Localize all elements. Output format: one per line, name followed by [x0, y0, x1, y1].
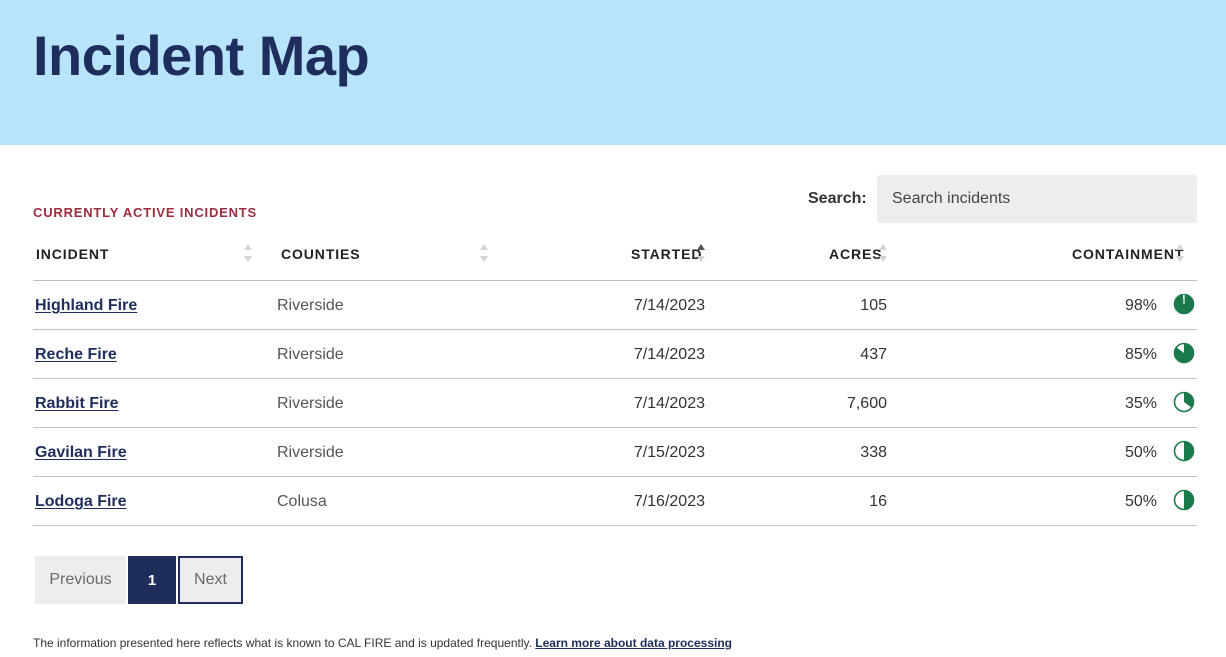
containment-cell: 50% — [1124, 444, 1157, 461]
acres-cell: 16 — [869, 493, 887, 510]
page-1-button[interactable]: 1 — [128, 556, 176, 604]
containment-cell: 98% — [1124, 297, 1157, 314]
started-cell: 7/16/2023 — [633, 493, 705, 510]
column-header-incident[interactable]: INCIDENT — [36, 246, 109, 262]
search-input[interactable] — [877, 175, 1197, 223]
table-row: Lodoga Fire Colusa 7/16/2023 16 50% — [33, 477, 1197, 526]
started-cell: 7/14/2023 — [633, 297, 705, 314]
sort-arrows-icon[interactable] — [1176, 244, 1184, 264]
page-title: Incident Map — [33, 24, 370, 87]
containment-pie-icon — [1173, 293, 1195, 315]
county-cell: Riverside — [277, 395, 344, 412]
acres-cell: 437 — [860, 346, 887, 363]
next-page-button[interactable]: Next — [178, 556, 243, 604]
started-cell: 7/14/2023 — [633, 346, 705, 363]
county-cell: Colusa — [277, 493, 327, 510]
table-row: Gavilan Fire Riverside 7/15/2023 338 50% — [33, 428, 1197, 477]
containment-cell: 85% — [1124, 346, 1157, 363]
incident-link[interactable]: Highland Fire — [35, 297, 137, 315]
incident-link[interactable]: Gavilan Fire — [35, 444, 127, 462]
acres-cell: 338 — [860, 444, 887, 461]
acres-cell: 105 — [860, 297, 887, 314]
containment-pie-icon — [1173, 489, 1195, 511]
incident-link[interactable]: Lodoga Fire — [35, 493, 127, 511]
footer-text: The information presented here reflects … — [33, 636, 532, 650]
previous-page-button[interactable]: Previous — [35, 556, 126, 604]
containment-cell: 50% — [1124, 493, 1157, 510]
table-row: Highland Fire Riverside 7/14/2023 105 98… — [33, 281, 1197, 330]
incident-link[interactable]: Rabbit Fire — [35, 395, 119, 413]
footer-note: The information presented here reflects … — [33, 636, 732, 650]
column-header-containment[interactable]: CONTAINMENT — [1072, 246, 1184, 262]
containment-pie-icon — [1173, 391, 1195, 413]
sort-ascending-icon[interactable] — [697, 244, 705, 264]
page-header: Incident Map — [0, 0, 1226, 145]
county-cell: Riverside — [277, 297, 344, 314]
acres-cell: 7,600 — [846, 395, 887, 412]
county-cell: Riverside — [277, 444, 344, 461]
incident-link[interactable]: Reche Fire — [35, 346, 117, 364]
search-label: Search: — [808, 190, 867, 207]
sort-arrows-icon[interactable] — [244, 244, 252, 264]
containment-cell: 35% — [1124, 395, 1157, 412]
sort-arrows-icon[interactable] — [480, 244, 488, 264]
sort-arrows-icon[interactable] — [879, 244, 887, 264]
column-header-counties[interactable]: COUNTIES — [281, 246, 361, 262]
table-row: Reche Fire Riverside 7/14/2023 437 85% — [33, 330, 1197, 379]
started-cell: 7/14/2023 — [633, 395, 705, 412]
containment-pie-icon — [1173, 440, 1195, 462]
data-processing-link[interactable]: Learn more about data processing — [535, 636, 732, 650]
column-header-acres[interactable]: ACRES — [829, 246, 883, 262]
table-header: INCIDENT COUNTIES STARTED ACRES CONTAINM… — [33, 233, 1197, 281]
table-row: Rabbit Fire Riverside 7/14/2023 7,600 35… — [33, 379, 1197, 428]
section-label: CURRENTLY ACTIVE INCIDENTS — [33, 205, 258, 220]
incidents-table: INCIDENT COUNTIES STARTED ACRES CONTAINM… — [33, 233, 1197, 526]
started-cell: 7/15/2023 — [633, 444, 705, 461]
county-cell: Riverside — [277, 346, 344, 363]
containment-pie-icon — [1173, 342, 1195, 364]
column-header-started[interactable]: STARTED — [631, 246, 702, 262]
